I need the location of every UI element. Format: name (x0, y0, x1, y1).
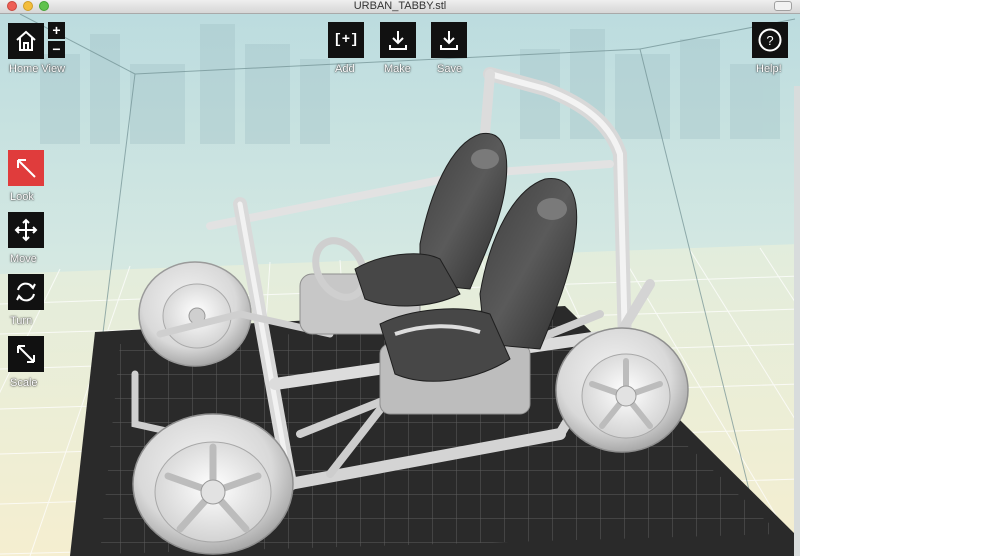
turn-label: Turn (10, 315, 33, 327)
help-button[interactable]: ? (752, 22, 788, 58)
save-download-icon (440, 31, 458, 50)
home-view-label: Home View (9, 63, 66, 75)
save-label: Save (437, 63, 463, 75)
look-label: Look (10, 191, 34, 203)
save-button[interactable] (431, 22, 467, 58)
zoom-in-button[interactable]: + (48, 22, 65, 39)
window-title: URBAN_TABBY.stl (353, 0, 447, 12)
scene-canvas (0, 14, 800, 556)
turn-tool-button[interactable] (8, 274, 44, 310)
viewport-scrollbar[interactable] (794, 86, 800, 556)
move-tool-button[interactable] (8, 212, 44, 248)
help-circle-icon: ? (758, 28, 782, 52)
app-window: URBAN_TABBY.stl + − Home View [+] Add Ma… (0, 0, 800, 556)
home-view-button[interactable] (8, 23, 44, 59)
add-bracket-icon: [+] (333, 32, 359, 48)
help-label: Help! (756, 63, 782, 75)
home-icon (16, 30, 36, 51)
make-button[interactable] (380, 22, 416, 58)
help-question-mark: ? (766, 33, 773, 48)
add-button[interactable]: [+] (328, 22, 364, 58)
scale-tool-button[interactable] (8, 336, 44, 372)
scale-arrow-icon (17, 345, 35, 363)
toolbar-toggle-button[interactable] (774, 1, 792, 11)
scale-label: Scale (10, 377, 38, 389)
move-arrows-icon (14, 218, 38, 242)
move-label: Move (10, 253, 37, 265)
title-bar: URBAN_TABBY.stl (0, 0, 800, 14)
rotate-icon (16, 282, 36, 302)
look-tool-button[interactable] (8, 150, 44, 186)
3d-viewport[interactable]: + − Home View [+] Add Make Save ? Help! … (0, 14, 800, 556)
look-arrow-icon (17, 159, 36, 178)
make-label: Make (384, 63, 411, 75)
zoom-out-button[interactable]: − (48, 41, 65, 58)
download-arrow-icon (389, 31, 407, 50)
add-label: Add (335, 63, 355, 75)
